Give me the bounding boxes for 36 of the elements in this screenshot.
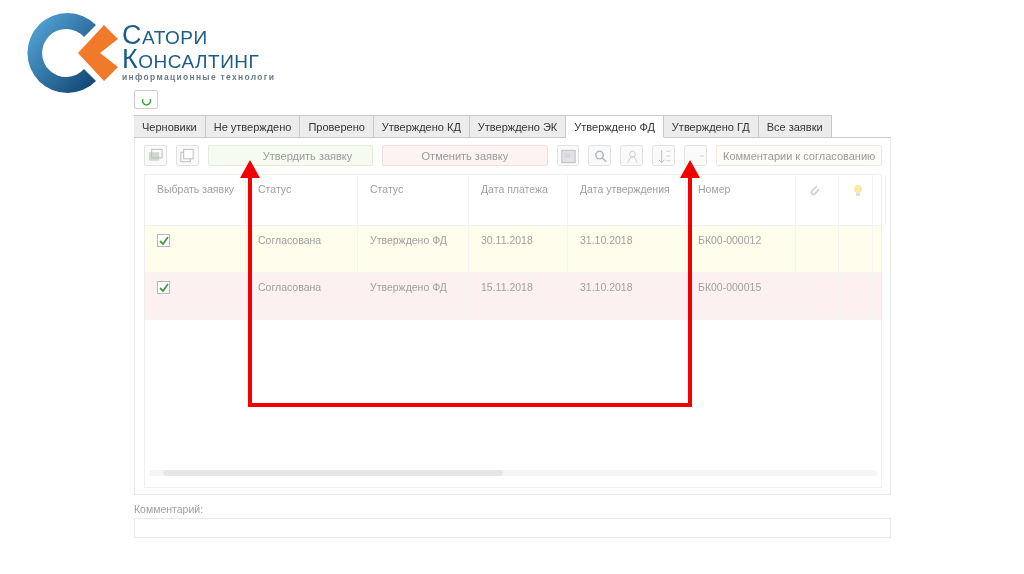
tab[interactable]: Утверждено ГД <box>663 115 759 138</box>
person-icon[interactable] <box>620 145 644 167</box>
table-cell: 15.11.2018 <box>469 272 568 319</box>
logo-text: Сатори <box>122 23 208 47</box>
tab[interactable]: Не утверждено <box>205 115 301 138</box>
copy-icon[interactable] <box>144 145 167 167</box>
scrollbar[interactable] <box>149 470 877 476</box>
tab[interactable]: Утверждено ЭК <box>469 115 567 138</box>
table-cell: 30.11.2018 <box>469 225 568 272</box>
lightbulb-icon <box>851 182 865 197</box>
tab[interactable]: Утверждено КД <box>373 115 470 138</box>
table-cell: 31.10.2018 <box>568 272 686 319</box>
table-cell: БК00-000012 <box>686 225 796 272</box>
logo-text: Консалтинг <box>122 47 261 71</box>
duplicate-icon[interactable] <box>175 145 199 167</box>
logo-tagline: информационные технологи <box>122 71 276 83</box>
table-cell: Утверждено ФД <box>358 272 469 319</box>
table-cell: Согласована <box>246 225 358 272</box>
refresh-button[interactable] <box>134 90 158 109</box>
tab[interactable]: Черновики <box>134 115 206 138</box>
tab[interactable]: Утверждено ФД <box>566 115 664 138</box>
search-icon[interactable] <box>588 145 612 167</box>
tab[interactable]: Проверено <box>300 115 374 138</box>
column-header: Статус <box>358 174 469 225</box>
paperclip-icon <box>808 182 822 197</box>
table-cell: Согласована <box>246 272 358 319</box>
table-cell: БК00-000015 <box>686 272 796 319</box>
table-cell: 31.10.2018 <box>568 225 686 272</box>
tab[interactable]: Все заявки <box>758 115 832 138</box>
column-header: Дата платежа <box>469 174 568 225</box>
checkbox[interactable] <box>157 233 170 247</box>
comment-label: Комментарий: <box>134 503 204 515</box>
checkbox[interactable] <box>157 280 170 294</box>
sort-icon[interactable] <box>652 145 676 167</box>
table-cell: Утверждено ФД <box>358 225 469 272</box>
document-icon[interactable] <box>556 145 580 167</box>
